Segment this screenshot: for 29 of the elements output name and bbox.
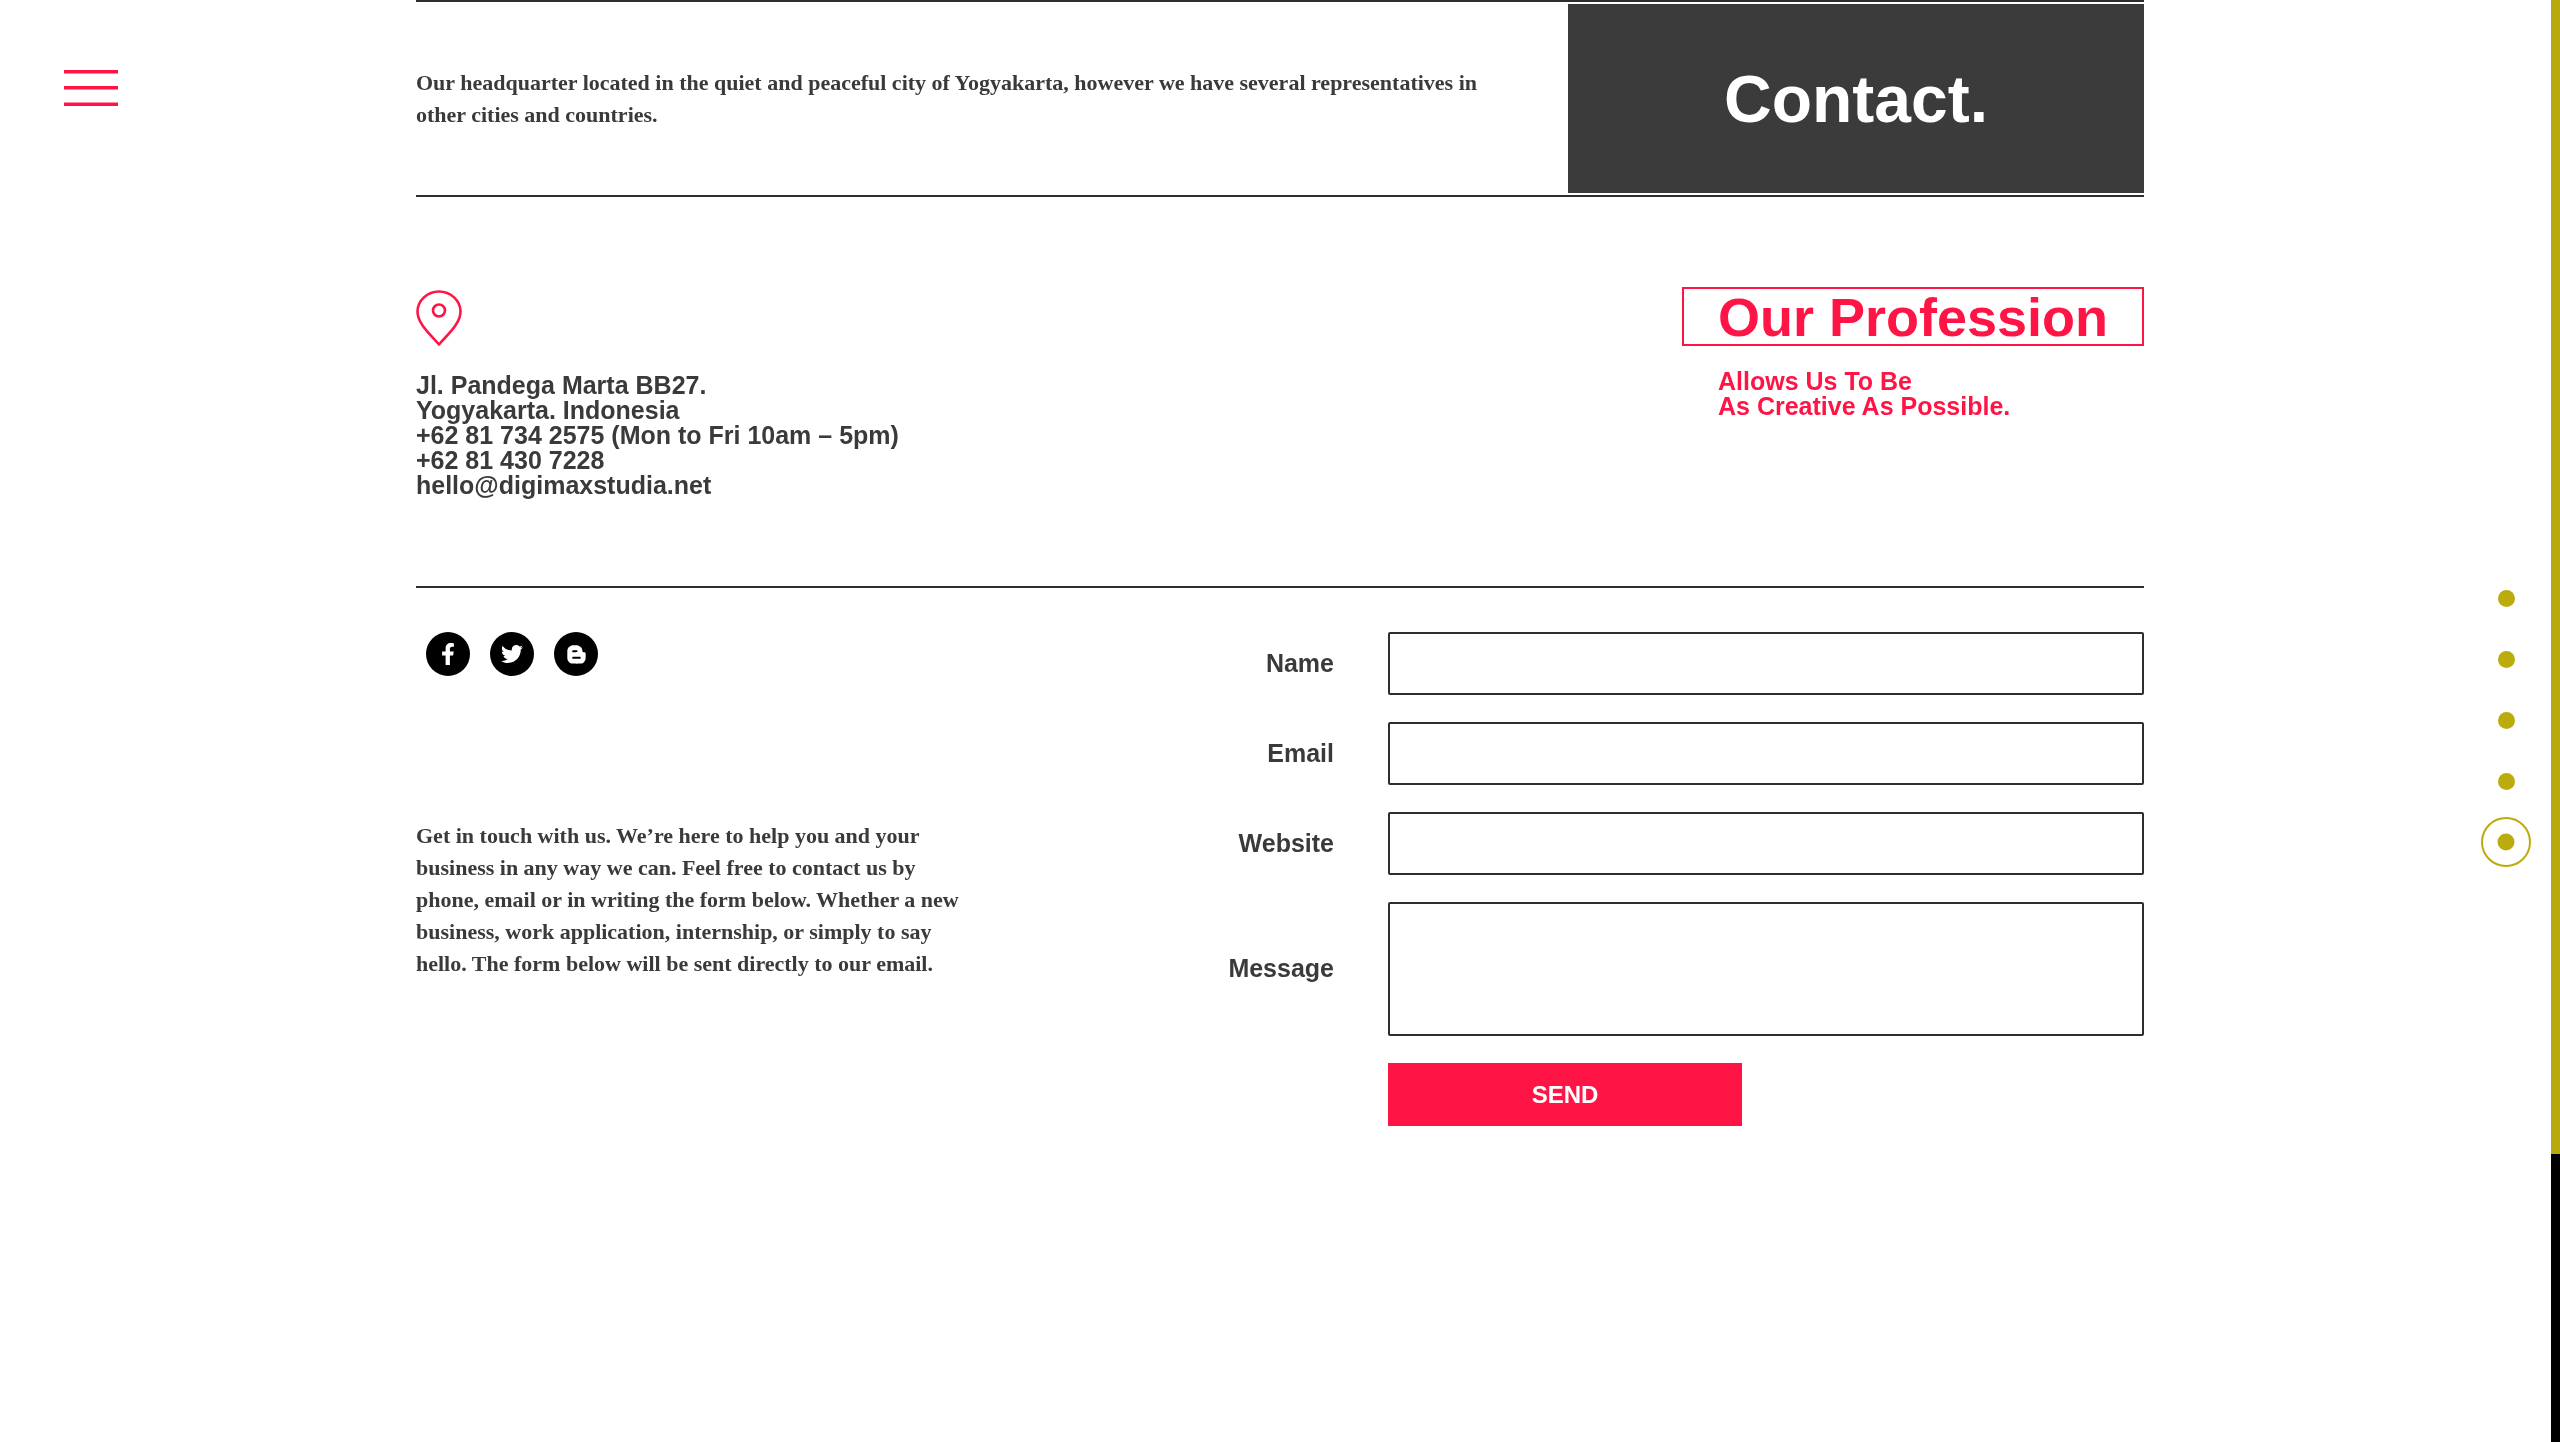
input-field[interactable] [1388,812,2144,875]
message-field[interactable] [1388,902,2144,1036]
field-label: Email [1266,737,1334,769]
address-line: +62 81 734 2575 (Mon to Fri 10am – 5pm) [416,423,899,448]
field-label: Name [1264,647,1334,679]
intro-paragraph: Our headquarter located in the quiet and peaceful city of Yogyakarta, however we have several representatives in other cities and countries. [416,68,1478,129]
nav-dot-icon[interactable] [2497,772,2515,790]
field-label: Website [1237,827,1334,859]
map-pin-icon [416,290,462,346]
blogger-icon[interactable] [554,632,598,676]
address-line: hello@digimaxstudia.net [416,473,713,498]
nav-dot-icon[interactable] [2481,817,2531,867]
nav-dot-icon[interactable] [2497,589,2515,607]
menu-icon[interactable] [64,70,118,106]
send-button[interactable]: SEND [1388,1063,1742,1126]
twitter-bird-icon[interactable] [490,632,534,676]
tagline-text: As Creative As Possible. [1718,394,2012,419]
input-field[interactable] [1388,632,2144,695]
page-title: Contact. [1724,65,1988,132]
profession-heading: Our Profession [1682,287,2144,346]
field-label: Message [1227,953,1334,985]
tagline-text: Allows Us To Be [1718,369,1913,394]
facebook-icon[interactable] [426,632,470,676]
nav-dot-icon[interactable] [2497,711,2515,729]
contact-note: Get in touch with us. We’re here to help you and your business in any way we can. Feel free to contact us by phone, email or in writing the form below. Whether a new business, work application, internship, or simply to say hello. The form below will be sent directly to our email. [416,822,960,978]
input-field[interactable] [1388,722,2144,785]
nav-dot-icon[interactable] [2497,650,2515,668]
address-line: +62 81 430 7228 [416,448,606,473]
address-line: Yogyakarta. Indonesia [416,398,681,423]
